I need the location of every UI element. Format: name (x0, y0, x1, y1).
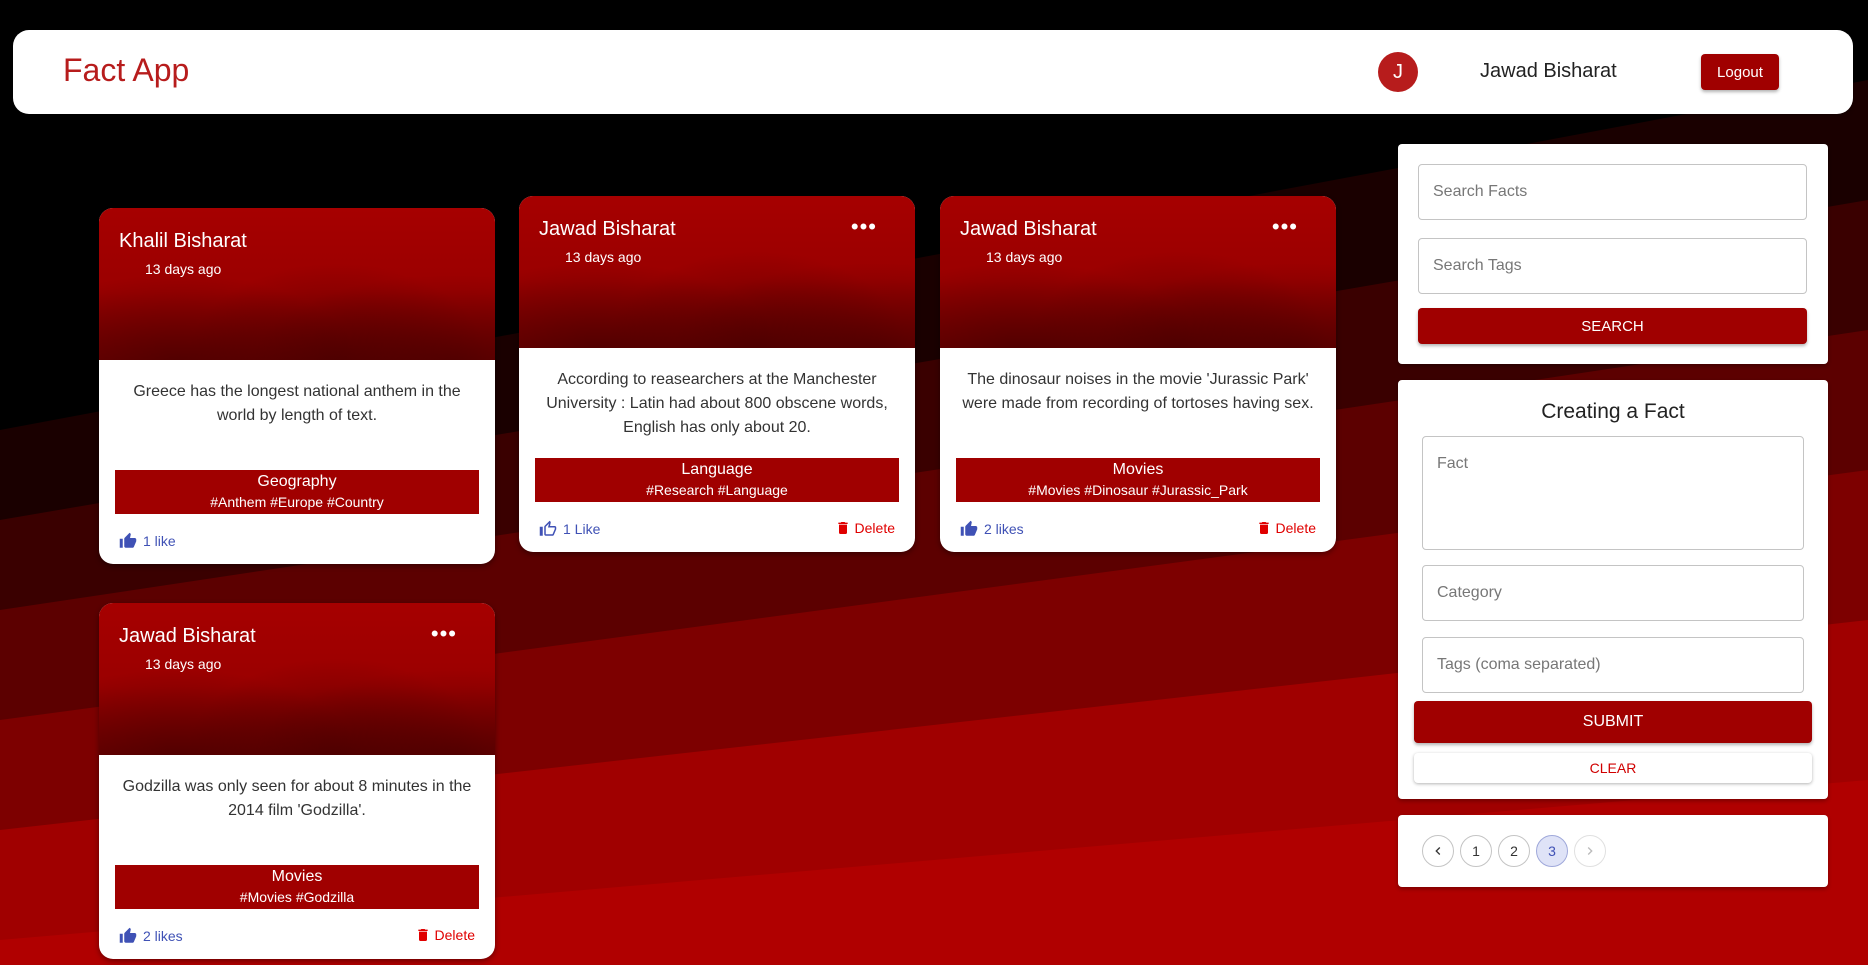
more-options-icon[interactable]: ••• (1272, 216, 1298, 238)
search-button[interactable]: SEARCH (1418, 308, 1807, 344)
trash-icon (837, 522, 848, 534)
category-bar: Geography #Anthem #Europe #Country (115, 470, 479, 514)
like-button[interactable]: 2 likes (960, 520, 1024, 538)
tag-list: #Movies #Godzilla (239, 889, 355, 905)
card-actions: 2 likes Delete (940, 502, 1336, 552)
create-fact-panel: Creating a Fact SUBMIT CLEAR (1398, 380, 1828, 799)
card-author: Jawad Bisharat (960, 218, 1097, 240)
fact-text: According to reasearchers at the Manches… (546, 371, 888, 436)
card-header: Jawad Bisharat 13 days ago ••• (519, 196, 915, 348)
fact-textarea[interactable] (1422, 436, 1804, 550)
search-facts-input[interactable] (1418, 164, 1807, 220)
app-title[interactable]: Fact App (63, 52, 189, 89)
thumb-up-icon (119, 927, 137, 943)
more-options-icon[interactable]: ••• (431, 623, 457, 645)
tag-list: #Research #Language (646, 482, 788, 498)
chevron-right-icon (1587, 847, 1593, 855)
delete-button[interactable]: Delete (835, 520, 895, 536)
card-header: Khalil Bisharat 13 days ago (99, 208, 495, 360)
logout-button[interactable]: Logout (1701, 54, 1779, 90)
card-author: Jawad Bisharat (539, 218, 676, 240)
pagination-panel: 1 2 3 (1398, 815, 1828, 887)
page-button-1[interactable]: 1 (1460, 835, 1492, 867)
category-name: Language (681, 461, 753, 478)
fact-text: Godzilla was only seen for about 8 minut… (122, 778, 472, 819)
username: Jawad Bisharat (1480, 60, 1617, 82)
card-actions: 1 Like Delete (519, 502, 915, 552)
tag-list: #Anthem #Europe #Country (210, 494, 384, 510)
delete-label: Delete (434, 927, 475, 943)
like-button[interactable]: 2 likes (119, 927, 183, 945)
card-header: Jawad Bisharat 13 days ago ••• (99, 603, 495, 755)
fact-card: Jawad Bisharat 13 days ago ••• According… (519, 196, 915, 552)
tag-list: #Movies #Dinosaur #Jurassic_Park (1028, 482, 1248, 498)
category-bar: Movies #Movies #Dinosaur #Jurassic_Park (956, 458, 1320, 502)
like-count: 1 Like (563, 521, 601, 537)
app-bar: Fact App J Jawad Bisharat Logout (13, 30, 1853, 114)
delete-label: Delete (854, 520, 895, 536)
chevron-left-icon (1435, 847, 1441, 855)
category-name: Movies (1112, 461, 1164, 478)
avatar[interactable]: J (1378, 52, 1418, 92)
search-tags-input[interactable] (1418, 238, 1807, 294)
card-header: Jawad Bisharat 13 days ago ••• (940, 196, 1336, 348)
delete-button[interactable]: Delete (415, 927, 475, 943)
card-author: Khalil Bisharat (119, 230, 247, 252)
trash-icon (1258, 522, 1269, 534)
fact-card: Khalil Bisharat 13 days ago Greece has t… (99, 208, 495, 564)
trash-icon (417, 929, 428, 941)
prev-page-button[interactable] (1422, 835, 1454, 867)
like-count: 2 likes (143, 928, 183, 944)
category-name: Geography (257, 473, 337, 490)
search-panel: SEARCH (1398, 144, 1828, 364)
category-input[interactable] (1422, 565, 1804, 621)
fact-card: Jawad Bisharat 13 days ago ••• Godzilla … (99, 603, 495, 959)
clear-button[interactable]: CLEAR (1414, 753, 1812, 783)
tags-input[interactable] (1422, 637, 1804, 693)
like-count: 2 likes (984, 521, 1024, 537)
next-page-button[interactable] (1574, 835, 1606, 867)
category-name: Movies (271, 868, 323, 885)
card-actions: 1 like (99, 514, 495, 564)
card-timestamp: 13 days ago (986, 249, 1063, 265)
thumb-up-icon (960, 520, 978, 536)
delete-button[interactable]: Delete (1256, 520, 1316, 536)
fact-text: Greece has the longest national anthem i… (133, 383, 461, 424)
card-actions: 2 likes Delete (99, 909, 495, 959)
page-button-3[interactable]: 3 (1536, 835, 1568, 867)
delete-label: Delete (1275, 520, 1316, 536)
like-button[interactable]: 1 like (119, 532, 176, 550)
like-button[interactable]: 1 Like (539, 520, 600, 538)
more-options-icon[interactable]: ••• (851, 216, 877, 238)
submit-button[interactable]: SUBMIT (1414, 701, 1812, 743)
form-title: Creating a Fact (1541, 400, 1685, 423)
card-author: Jawad Bisharat (119, 625, 256, 647)
card-timestamp: 13 days ago (565, 249, 642, 265)
category-bar: Language #Research #Language (535, 458, 899, 502)
card-timestamp: 13 days ago (145, 261, 222, 277)
page-button-2[interactable]: 2 (1498, 835, 1530, 867)
fact-text: The dinosaur noises in the movie 'Jurass… (962, 371, 1314, 412)
card-timestamp: 13 days ago (145, 656, 222, 672)
fact-card: Jawad Bisharat 13 days ago ••• The dinos… (940, 196, 1336, 552)
thumb-up-outline-icon (539, 520, 557, 536)
like-count: 1 like (143, 533, 176, 549)
thumb-up-icon (119, 532, 137, 548)
category-bar: Movies #Movies #Godzilla (115, 865, 479, 909)
